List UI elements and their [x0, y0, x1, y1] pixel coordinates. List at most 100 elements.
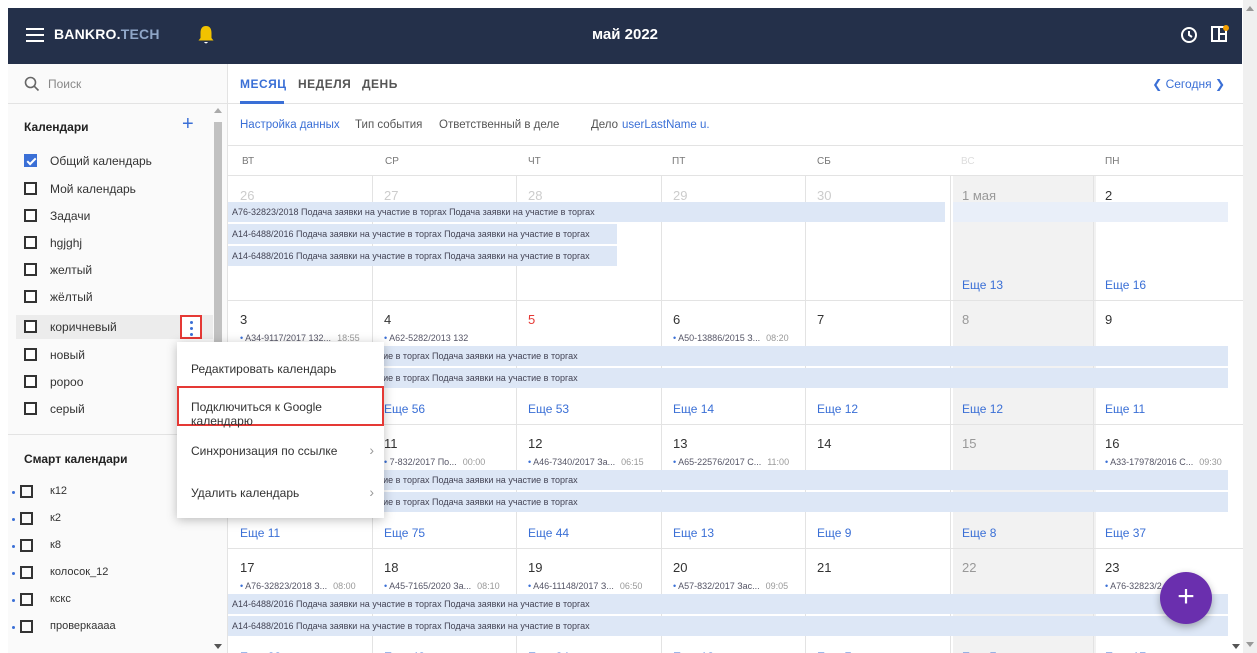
filter-case[interactable]: Дело — [591, 119, 618, 131]
smart-calendar-item[interactable]: проверкаааа — [12, 617, 202, 637]
filter-user[interactable]: userLastName u. — [622, 119, 710, 131]
today-label[interactable]: Сегодня — [1166, 77, 1212, 91]
day-number[interactable]: 13 — [673, 436, 687, 451]
event-item[interactable]: • A33-17978/2016 С... 09:30 — [1105, 457, 1222, 467]
event-item[interactable]: • A50-13886/2015 З... 08:20 — [673, 333, 789, 343]
day-number[interactable]: 30 — [817, 188, 831, 203]
day-number[interactable]: 2 — [1105, 188, 1112, 203]
today-nav[interactable]: ❮ Сегодня ❯ — [1152, 77, 1225, 91]
checkbox[interactable] — [24, 290, 37, 303]
calendar-item[interactable]: жёлтый — [24, 287, 209, 307]
calendar-item-selected[interactable]: коричневый — [16, 315, 213, 339]
more-events-link[interactable]: Еще 11 — [1105, 402, 1145, 416]
day-number[interactable]: 14 — [817, 436, 831, 451]
more-events-link[interactable]: Еще 11 — [240, 526, 280, 540]
event-item[interactable]: • A46-7340/2017 За... 06:15 — [528, 457, 644, 467]
calendar-item[interactable]: hgjghj — [24, 233, 209, 253]
more-events-link[interactable]: Еще 75 — [384, 526, 425, 540]
day-number[interactable]: 15 — [962, 436, 976, 451]
day-number[interactable]: 11 — [384, 436, 398, 451]
day-number[interactable]: 27 — [384, 188, 398, 203]
event-band[interactable]: A14-6488/2016 Подача заявки на участие в… — [228, 616, 1228, 636]
more-events-link[interactable]: Еще 44 — [528, 526, 569, 540]
more-events-link[interactable]: Еще 56 — [384, 402, 425, 416]
event-band[interactable]: тие в торгах Подача заявки на участие в … — [375, 470, 1228, 490]
filter-responsible[interactable]: Ответственный в деле — [439, 119, 559, 131]
main-scrollbar[interactable] — [1229, 64, 1243, 653]
calendar-item[interactable]: Задачи — [24, 206, 209, 226]
day-number[interactable]: 9 — [1105, 312, 1112, 327]
day-number[interactable]: 5 — [528, 312, 535, 327]
checkbox[interactable] — [20, 512, 33, 525]
event-item[interactable]: • A57-832/2017 Зас... 09:05 — [673, 581, 788, 591]
more-events-link[interactable]: Еще 53 — [528, 402, 569, 416]
day-number[interactable]: 17 — [240, 560, 254, 575]
smart-calendar-item[interactable]: к8 — [12, 536, 202, 556]
event-band[interactable]: тие в торгах Подача заявки на участие в … — [375, 492, 1228, 512]
event-item[interactable]: • A76-32823/2018 З... 08:00 — [240, 581, 356, 591]
more-options-icon[interactable] — [180, 315, 202, 339]
event-item[interactable]: • 7-832/2017 По... 00:00 — [384, 457, 485, 467]
more-events-link[interactable]: Еще 9 — [817, 526, 851, 540]
checkbox[interactable] — [24, 402, 37, 415]
event-item[interactable]: • A46-11148/2017 З... 06:50 — [528, 581, 642, 591]
checkbox[interactable] — [24, 375, 37, 388]
smart-calendar-item[interactable]: к2 — [12, 509, 202, 529]
menu-item-connect-google[interactable]: Подключиться к Google календарю — [177, 386, 384, 428]
day-number[interactable]: 12 — [528, 436, 542, 451]
checkbox[interactable] — [24, 348, 37, 361]
checkbox[interactable] — [24, 154, 37, 167]
more-events-link[interactable]: Еще 8 — [962, 526, 996, 540]
checkbox[interactable] — [24, 209, 37, 222]
day-number[interactable]: 7 — [817, 312, 824, 327]
day-number[interactable]: 19 — [528, 560, 542, 575]
day-number[interactable]: 26 — [240, 188, 254, 203]
chevron-right-icon[interactable]: ❯ — [1215, 77, 1225, 91]
day-number[interactable]: 16 — [1105, 436, 1119, 451]
calendar-item[interactable]: желтый — [24, 260, 209, 280]
event-band[interactable]: тие в торгах Подача заявки на участие в … — [375, 346, 1228, 366]
checkbox[interactable] — [24, 320, 37, 333]
day-number[interactable]: 3 — [240, 312, 247, 327]
checkbox[interactable] — [24, 182, 37, 195]
event-band[interactable]: A14-6488/2016 Подача заявки на участие в… — [228, 246, 617, 266]
checkbox[interactable] — [20, 566, 33, 579]
checkbox[interactable] — [24, 236, 37, 249]
day-number[interactable]: 23 — [1105, 560, 1119, 575]
search-box[interactable]: Поиск — [8, 64, 228, 104]
menu-item-sync-by-link[interactable]: Синхронизация по ссылке › — [177, 430, 384, 470]
more-events-link[interactable]: Еще 16 — [1105, 278, 1146, 292]
checkbox[interactable] — [20, 593, 33, 606]
add-event-button[interactable]: + — [1160, 572, 1212, 624]
checkbox[interactable] — [24, 263, 37, 276]
chevron-left-icon[interactable]: ❮ — [1152, 77, 1162, 91]
more-events-link[interactable]: Еще 12 — [962, 402, 1003, 416]
menu-item-delete-calendar[interactable]: Удалить календарь › — [177, 472, 384, 512]
event-item[interactable]: • A62-5282/2013 132 — [384, 333, 468, 343]
clock-icon[interactable] — [1180, 26, 1198, 44]
checkbox[interactable] — [20, 620, 33, 633]
more-events-link[interactable]: Еще 37 — [1105, 526, 1146, 540]
smart-calendar-item[interactable]: кскс — [12, 590, 202, 610]
day-number[interactable]: 21 — [817, 560, 831, 575]
smart-calendar-item[interactable]: колосок_12 — [12, 563, 202, 583]
more-events-link[interactable]: Еще 13 — [673, 526, 714, 540]
event-band[interactable]: A14-6488/2016 Подача заявки на участие в… — [228, 594, 1228, 614]
more-events-link[interactable]: Еще 12 — [817, 402, 858, 416]
event-band[interactable]: A76-32823/2018 Подача заявки на участие … — [228, 202, 945, 222]
filter-data-settings[interactable]: Настройка данных — [240, 119, 340, 131]
calendar-item[interactable]: Общий календарь — [24, 151, 209, 171]
more-events-link[interactable]: Еще 13 — [962, 278, 1003, 292]
calendar-item[interactable]: Мой календарь — [24, 179, 209, 199]
day-number[interactable]: 18 — [384, 560, 398, 575]
menu-item-edit-calendar[interactable]: Редактировать календарь — [177, 348, 384, 388]
event-item[interactable]: • A45-7165/2020 За... 08:10 — [384, 581, 500, 591]
day-number[interactable]: 4 — [384, 312, 391, 327]
filter-event-type[interactable]: Тип события — [355, 119, 422, 131]
day-number[interactable]: 6 — [673, 312, 680, 327]
tab-month[interactable]: МЕСЯЦ — [240, 77, 287, 91]
day-number[interactable]: 1 мая — [962, 188, 996, 203]
day-number[interactable]: 22 — [962, 560, 976, 575]
more-events-link[interactable]: Еще 14 — [673, 402, 714, 416]
day-number[interactable]: 8 — [962, 312, 969, 327]
